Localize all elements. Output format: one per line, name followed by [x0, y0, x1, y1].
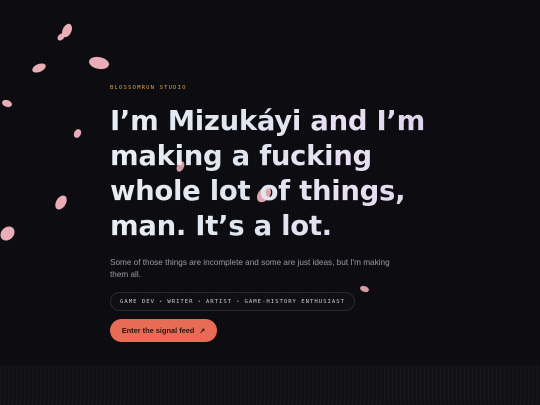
- role-tag: WRITER: [167, 298, 194, 305]
- headline-line: I’m Mizukáyi and I’m: [110, 105, 425, 137]
- headline-line: man. It’s a lot.: [110, 210, 332, 242]
- sakura-petal-icon: [359, 284, 370, 294]
- sakura-petal-icon: [53, 193, 69, 212]
- role-tag: ARTIST: [205, 298, 233, 305]
- role-tag: GAME DEV: [120, 298, 155, 305]
- bullet-separator: •: [236, 298, 241, 305]
- enter-signal-feed-button[interactable]: Enter the signal feed ↗: [110, 319, 217, 342]
- studio-eyebrow: BLOSSOMRUN STUDIO: [110, 85, 187, 91]
- headline-line: making a fucking: [110, 140, 372, 172]
- bullet-separator: •: [158, 298, 164, 305]
- page-title: I’m Mizukáyi and I’m making a fucking wh…: [110, 104, 440, 244]
- sakura-petal-icon: [0, 97, 14, 110]
- sakura-petal-icon: [0, 224, 17, 243]
- role-tag: GAME-HISTORY ENTHUSIAST: [244, 298, 345, 305]
- roles-pill: GAME DEV • WRITER • ARTIST • GAME-HISTOR…: [110, 292, 355, 311]
- headline-line: whole lot of things,: [110, 175, 406, 207]
- hero-section: BLOSSOMRUN STUDIO I’m Mizukáyi and I’m m…: [0, 0, 540, 365]
- sakura-petal-icon: [73, 128, 82, 139]
- cta-label: Enter the signal feed: [121, 326, 195, 335]
- hero-subtext: Some of those things are incomplete and …: [110, 258, 390, 279]
- next-section-band: [0, 365, 540, 405]
- bullet-separator: •: [197, 298, 202, 305]
- sakura-petal-icon: [87, 53, 111, 73]
- arrow-up-right-icon: ↗: [199, 327, 206, 335]
- sakura-petal-icon: [31, 62, 47, 74]
